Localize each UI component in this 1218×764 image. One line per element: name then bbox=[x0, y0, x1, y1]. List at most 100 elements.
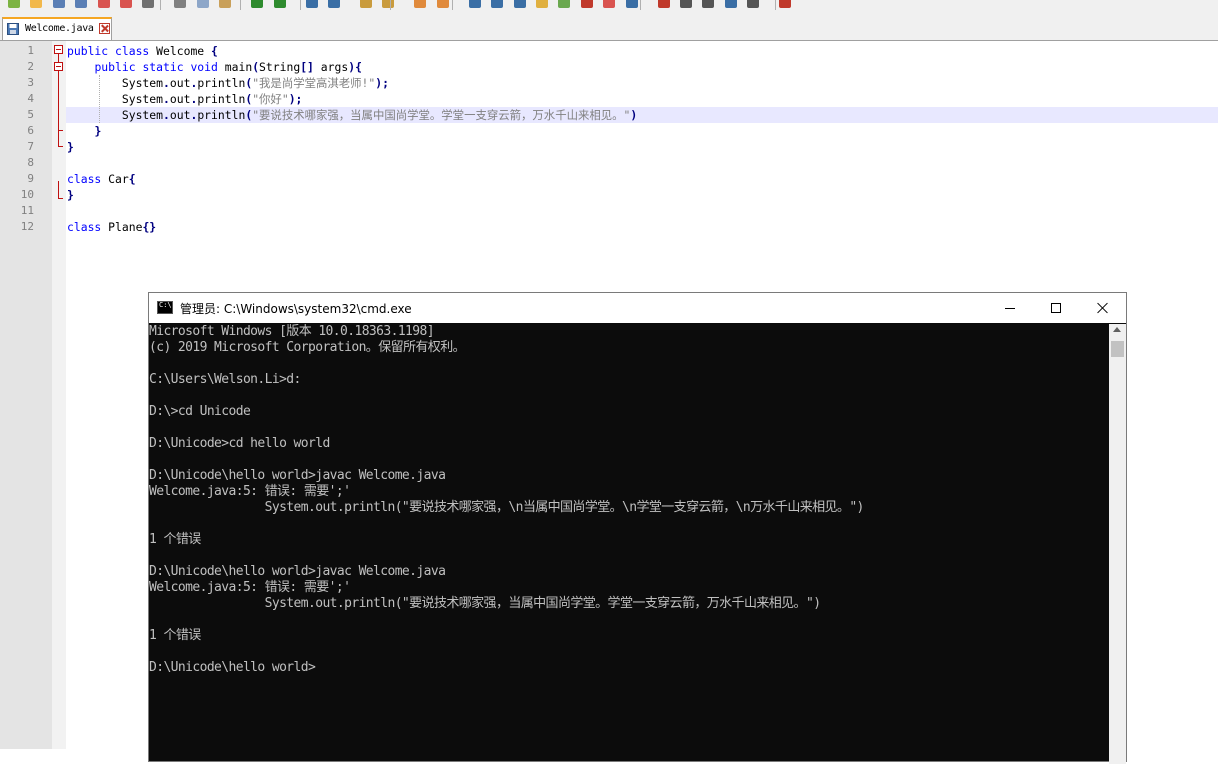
print-icon[interactable] bbox=[142, 0, 155, 8]
scroll-up-icon[interactable] bbox=[1113, 327, 1121, 332]
console-line: Microsoft Windows [版本 10.0.18363.1198] bbox=[149, 324, 435, 339]
code-token: System bbox=[67, 76, 164, 90]
tab-label: Welcome.java bbox=[25, 23, 94, 34]
console-line: Welcome.java:5: 错误: 需要';' bbox=[149, 484, 351, 499]
close-all-icon[interactable] bbox=[120, 0, 132, 8]
wrap-icon[interactable] bbox=[468, 0, 481, 8]
cmd-titlebar[interactable]: 管理员: C:\Windows\system32\cmd.exe bbox=[149, 293, 1126, 323]
lang-icon[interactable] bbox=[536, 0, 548, 8]
replace-icon[interactable] bbox=[328, 0, 340, 8]
code-token: out bbox=[169, 92, 191, 106]
minimize-icon bbox=[1005, 308, 1015, 309]
console-line: System.out.println("要说技术哪家强，\n当属中国尚学堂。\n… bbox=[149, 500, 865, 515]
open-file-icon[interactable] bbox=[30, 0, 43, 8]
code-token: out bbox=[169, 108, 191, 122]
cmd-scrollbar[interactable] bbox=[1109, 324, 1126, 764]
redo-icon[interactable] bbox=[273, 0, 286, 8]
stop-macro-icon[interactable] bbox=[680, 0, 692, 8]
code-line: System.out.println("要说技术哪家强，当属中国尚学堂。学堂一支… bbox=[67, 107, 637, 123]
fold-line bbox=[58, 181, 59, 198]
play-macro-icon[interactable] bbox=[702, 0, 715, 8]
code-line: } bbox=[67, 139, 74, 155]
paste-icon[interactable] bbox=[219, 0, 232, 8]
tab-welcome-java[interactable]: Welcome.java bbox=[2, 17, 112, 40]
maximize-button[interactable] bbox=[1033, 293, 1079, 323]
fold-line bbox=[58, 71, 59, 146]
fold-margin bbox=[52, 41, 66, 749]
fold-toggle-icon[interactable] bbox=[54, 62, 63, 71]
minimize-button[interactable] bbox=[987, 293, 1033, 323]
line-number: 6 bbox=[27, 124, 34, 137]
fold-end-mark bbox=[58, 198, 63, 199]
code-token: Welcome bbox=[149, 44, 212, 58]
function-list-icon[interactable] bbox=[580, 0, 593, 8]
tab-close-icon[interactable] bbox=[99, 23, 110, 34]
indent-guide-icon[interactable] bbox=[513, 0, 526, 8]
doc-map-icon[interactable] bbox=[558, 0, 571, 8]
run-macro-icon[interactable] bbox=[724, 0, 737, 8]
line-number: 12 bbox=[20, 220, 34, 233]
close-file-icon[interactable] bbox=[97, 0, 110, 8]
toolbar-separator bbox=[390, 0, 391, 10]
code-token: . bbox=[163, 108, 170, 122]
code-token: public class bbox=[67, 44, 150, 58]
line-number: 3 bbox=[27, 76, 34, 89]
console-line: D:\Unicode\hello world> bbox=[149, 660, 316, 675]
line-number: 7 bbox=[27, 140, 34, 153]
spell-check-icon[interactable] bbox=[779, 0, 792, 8]
cmd-app-icon bbox=[157, 301, 173, 314]
code-token: println bbox=[197, 92, 246, 106]
code-token: ); bbox=[288, 92, 303, 106]
toolbar-separator bbox=[240, 0, 241, 10]
code-line: } bbox=[67, 187, 74, 203]
fold-toggle-icon[interactable] bbox=[54, 45, 63, 54]
console-line: D:\Unicode\hello world>javac Welcome.jav… bbox=[149, 564, 446, 579]
code-token: class bbox=[67, 172, 102, 186]
zoom-in-icon[interactable] bbox=[360, 0, 372, 8]
save-macro-icon[interactable] bbox=[747, 0, 760, 8]
line-number: 10 bbox=[20, 188, 34, 201]
code-token: . bbox=[163, 92, 170, 106]
code-token: } bbox=[94, 124, 102, 138]
code-token: Plane bbox=[101, 220, 143, 234]
copy-icon[interactable] bbox=[196, 0, 209, 8]
cut-icon[interactable] bbox=[174, 0, 187, 8]
code-token: "你好" bbox=[252, 92, 289, 106]
zoom-out-icon[interactable] bbox=[382, 0, 395, 8]
toolbar-separator bbox=[775, 0, 776, 10]
code-token: Car bbox=[101, 172, 129, 186]
sync-v-icon[interactable] bbox=[414, 0, 427, 8]
line-number: 2 bbox=[27, 60, 34, 73]
scroll-thumb[interactable] bbox=[1111, 341, 1124, 357]
console-line: D:\Unicode>cd hello world bbox=[149, 436, 330, 451]
new-file-icon[interactable] bbox=[8, 0, 20, 8]
line-number: 11 bbox=[20, 204, 34, 217]
folder-workspace-icon[interactable] bbox=[603, 0, 616, 8]
toolbar-separator bbox=[300, 0, 301, 10]
monitor-icon[interactable] bbox=[625, 0, 638, 8]
line-number: 4 bbox=[27, 92, 34, 105]
save-file-icon[interactable] bbox=[52, 0, 65, 8]
maximize-icon bbox=[1051, 303, 1061, 313]
main-toolbar bbox=[0, 0, 1218, 12]
undo-icon[interactable] bbox=[251, 0, 264, 8]
tab-bar: Welcome.java bbox=[0, 12, 1218, 41]
close-button[interactable] bbox=[1080, 293, 1126, 323]
console-line: D:\Unicode\hello world>javac Welcome.jav… bbox=[149, 468, 446, 483]
toolbar-separator bbox=[452, 0, 453, 10]
code-token: ){ bbox=[348, 60, 362, 74]
sync-h-icon[interactable] bbox=[436, 0, 449, 8]
console-line: Welcome.java:5: 错误: 需要';' bbox=[149, 580, 351, 595]
all-chars-icon[interactable] bbox=[491, 0, 504, 8]
saved-file-icon bbox=[7, 23, 19, 35]
code-token: public static void bbox=[94, 60, 218, 74]
save-all-icon[interactable] bbox=[75, 0, 88, 8]
cmd-console-output[interactable]: Microsoft Windows [版本 10.0.18363.1198] (c… bbox=[149, 324, 1109, 764]
find-icon[interactable] bbox=[305, 0, 318, 8]
code-token: println bbox=[197, 76, 246, 90]
cmd-window[interactable]: 管理员: C:\Windows\system32\cmd.exe Microso… bbox=[148, 292, 1127, 764]
code-token: } bbox=[67, 140, 74, 154]
record-macro-icon[interactable] bbox=[657, 0, 670, 8]
code-token: "我是尚学堂高淇老师!" bbox=[252, 76, 376, 90]
